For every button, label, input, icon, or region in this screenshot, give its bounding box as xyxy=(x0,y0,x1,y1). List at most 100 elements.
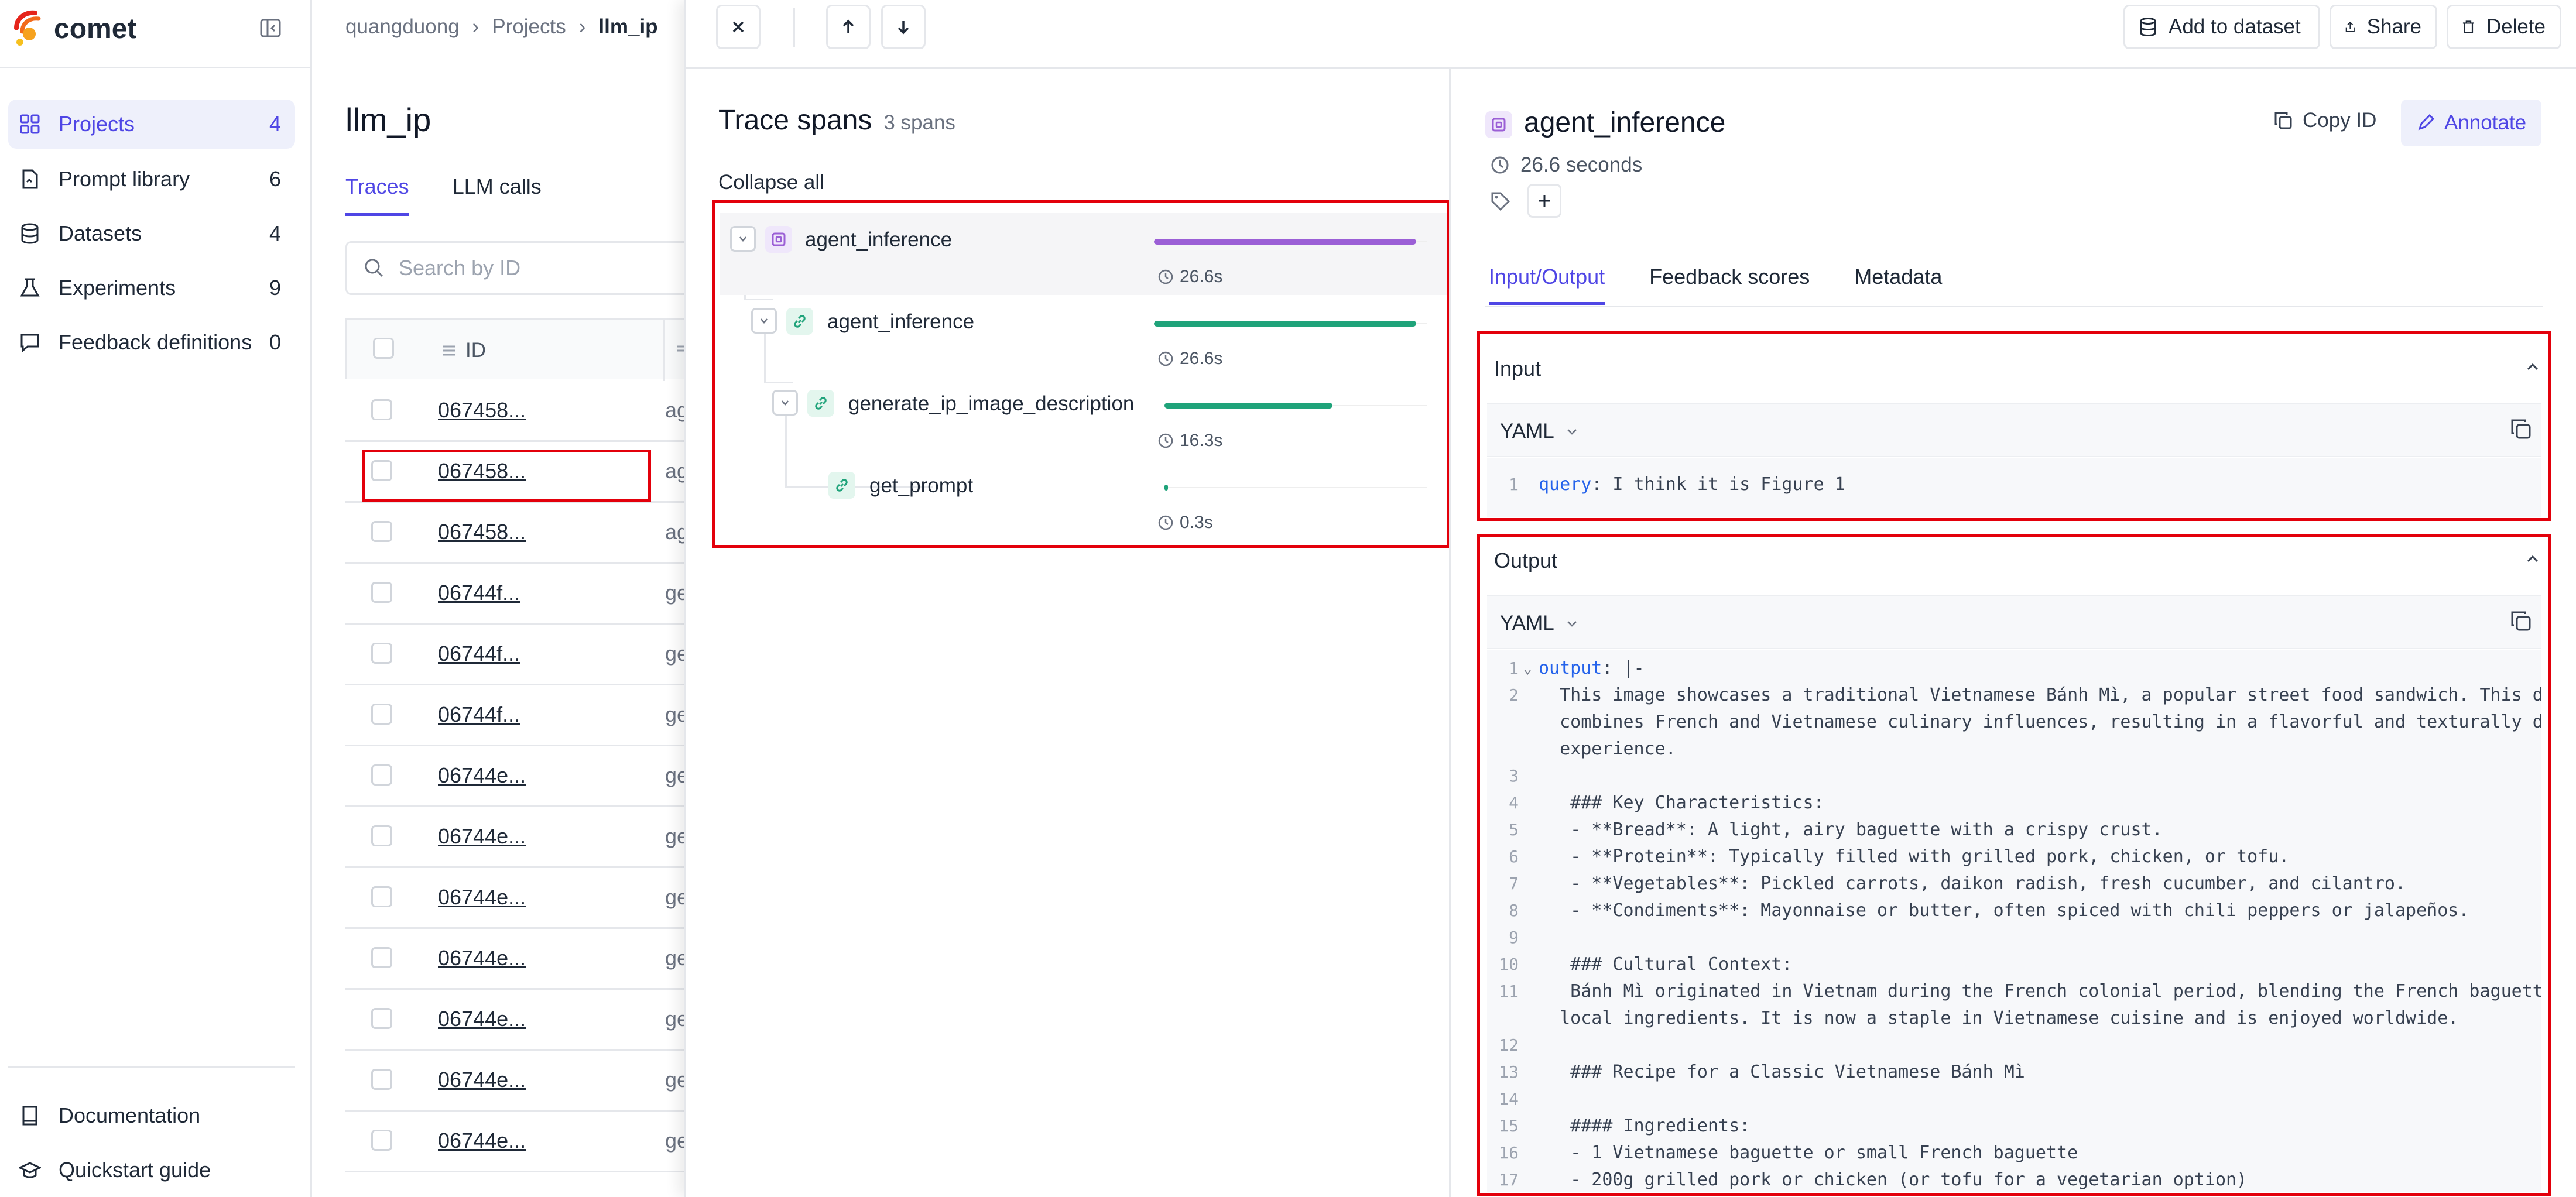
chevron-up-icon[interactable] xyxy=(2523,550,2542,568)
row-checkbox[interactable] xyxy=(371,825,392,846)
share-button[interactable]: Share xyxy=(2330,5,2437,49)
output-header[interactable]: Output xyxy=(1494,548,1557,573)
project-view: quangduong › Projects › llm_ip llm_ip Tr… xyxy=(314,0,697,1197)
output-code[interactable]: 1 ⌄ output: |- 2 This image showcases a tra… xyxy=(1487,650,2541,1192)
row-checkbox[interactable] xyxy=(371,399,392,420)
selected-row-highlight xyxy=(362,450,651,502)
code-text: output: |- xyxy=(1539,658,1645,678)
trace-id-link[interactable]: 06744e... xyxy=(438,1129,526,1153)
sidebar-item-datasets[interactable]: Datasets 4 xyxy=(8,209,295,258)
tab-input-output[interactable]: Input/Output xyxy=(1489,265,1605,305)
duration-text: 26.6 seconds xyxy=(1520,153,1643,176)
copy-icon[interactable] xyxy=(2509,417,2533,441)
table-header: ID xyxy=(345,318,697,381)
format-select[interactable]: YAML xyxy=(1500,612,1579,635)
tab-llm-calls[interactable]: LLM calls xyxy=(453,174,542,216)
sidebar-item-label: Projects xyxy=(59,112,135,136)
row-checkbox[interactable] xyxy=(371,1130,392,1151)
trash-icon xyxy=(2462,20,2474,33)
code-text: This image showcases a traditional Vietn… xyxy=(1539,682,2541,709)
sidebar-item-quickstart[interactable]: Quickstart guide xyxy=(8,1145,295,1195)
trace-id-link[interactable]: 06744e... xyxy=(438,946,526,970)
line-number: 14 xyxy=(1499,1089,1519,1109)
yaml-value: #### Ingredients: xyxy=(1539,1116,1751,1136)
sidebar: comet Projects 4 Prompt library 6 Datase… xyxy=(0,0,312,1197)
sidebar-item-documentation[interactable]: Documentation xyxy=(8,1091,295,1140)
row-checkbox[interactable] xyxy=(371,886,392,907)
sidebar-collapse-icon[interactable] xyxy=(259,16,282,40)
chevron-right-icon: › xyxy=(578,15,586,38)
chevron-up-icon[interactable] xyxy=(2523,358,2542,376)
copy-id-label: Copy ID xyxy=(2303,109,2377,132)
input-section: Input YAML 1 query: I think it is Figure … xyxy=(1477,331,2551,521)
line-number: 13 xyxy=(1499,1062,1519,1082)
input-code[interactable]: 1 query: I think it is Figure 1 xyxy=(1487,458,2541,517)
sidebar-item-prompt-library[interactable]: Prompt library 6 xyxy=(8,155,295,204)
row-checkbox[interactable] xyxy=(371,1008,392,1029)
row-checkbox[interactable] xyxy=(371,521,392,542)
tab-feedback-scores[interactable]: Feedback scores xyxy=(1649,265,1810,305)
logo[interactable]: comet xyxy=(12,8,136,49)
trace-id-link[interactable]: 06744f... xyxy=(438,581,520,605)
sidebar-item-feedback-definitions[interactable]: Feedback definitions 0 xyxy=(8,318,295,367)
line-number: 6 xyxy=(1509,847,1519,866)
sidebar-item-experiments[interactable]: Experiments 9 xyxy=(8,263,295,313)
copy-icon[interactable] xyxy=(2509,609,2533,633)
row-checkbox[interactable] xyxy=(371,947,392,968)
yaml-value: |- xyxy=(1612,658,1645,678)
trace-id-link[interactable]: 06744f... xyxy=(438,702,520,727)
code-text: experience. xyxy=(1539,736,1676,763)
collapse-all-button[interactable]: Collapse all xyxy=(718,171,824,194)
format-select[interactable]: YAML xyxy=(1500,420,1579,443)
yaml-key: query xyxy=(1539,474,1592,495)
row-checkbox[interactable] xyxy=(371,704,392,725)
delete-button[interactable]: Delete xyxy=(2447,5,2561,49)
previous-trace-button[interactable] xyxy=(826,5,871,49)
fold-icon[interactable]: ⌄ xyxy=(1523,655,1532,682)
yaml-value: local ingredients. It is now a staple in… xyxy=(1539,1008,2459,1028)
yaml-value: - 200g grilled pork or chicken (or tofu … xyxy=(1539,1169,2248,1190)
sidebar-bottom-divider xyxy=(8,1066,295,1068)
add-to-dataset-label: Add to dataset xyxy=(2169,15,2301,38)
trace-icon xyxy=(1485,111,1512,138)
output-format-bar: YAML xyxy=(1487,595,2541,649)
row-checkbox[interactable] xyxy=(371,643,392,664)
input-header[interactable]: Input xyxy=(1494,356,1541,381)
trace-id-link[interactable]: 06744e... xyxy=(438,885,526,910)
trace-id-link[interactable]: 067458... xyxy=(438,398,526,423)
breadcrumb-workspace[interactable]: quangduong xyxy=(345,15,460,39)
sidebar-item-label: Experiments xyxy=(59,276,176,300)
line-number: 3 xyxy=(1509,766,1519,786)
trace-id-link[interactable]: 06744e... xyxy=(438,1007,526,1031)
row-checkbox[interactable] xyxy=(371,582,392,603)
row-checkbox[interactable] xyxy=(371,1069,392,1090)
tab-metadata[interactable]: Metadata xyxy=(1854,265,1942,305)
arrow-down-icon xyxy=(898,21,909,35)
sidebar-item-count: 4 xyxy=(269,221,281,245)
add-to-dataset-button[interactable]: Add to dataset xyxy=(2123,5,2320,49)
trace-panel: Add to dataset Share Delete Trace spans … xyxy=(684,0,2576,1197)
tab-traces[interactable]: Traces xyxy=(345,174,409,216)
column-menu-icon[interactable] xyxy=(441,342,457,359)
next-trace-button[interactable] xyxy=(881,5,926,49)
trace-id-link[interactable]: 067458... xyxy=(438,520,526,544)
delete-label: Delete xyxy=(2486,15,2546,38)
format-label: YAML xyxy=(1500,612,1554,634)
line-number: 12 xyxy=(1499,1035,1519,1055)
sidebar-item-projects[interactable]: Projects 4 xyxy=(8,100,295,149)
breadcrumb-projects[interactable]: Projects xyxy=(492,15,566,39)
trace-id-link[interactable]: 06744e... xyxy=(438,763,526,788)
copy-id-button[interactable]: Copy ID xyxy=(2273,109,2376,132)
close-button[interactable] xyxy=(716,5,761,49)
row-checkbox[interactable] xyxy=(371,764,392,786)
id-column-header: ID xyxy=(465,339,486,362)
detail-tabs: Input/Output Feedback scores Metadata xyxy=(1489,265,1942,305)
trace-id-link[interactable]: 06744f... xyxy=(438,642,520,666)
trace-id-link[interactable]: 06744e... xyxy=(438,1068,526,1092)
trace-id-link[interactable]: 06744e... xyxy=(438,824,526,849)
search-input[interactable]: Search by ID xyxy=(345,241,697,295)
add-tag-button[interactable] xyxy=(1527,184,1561,218)
select-all-checkbox[interactable] xyxy=(373,338,394,359)
yaml-value: Bánh Mì originated in Vietnam during the… xyxy=(1539,981,2541,1001)
annotate-button[interactable]: Annotate xyxy=(2401,100,2541,146)
